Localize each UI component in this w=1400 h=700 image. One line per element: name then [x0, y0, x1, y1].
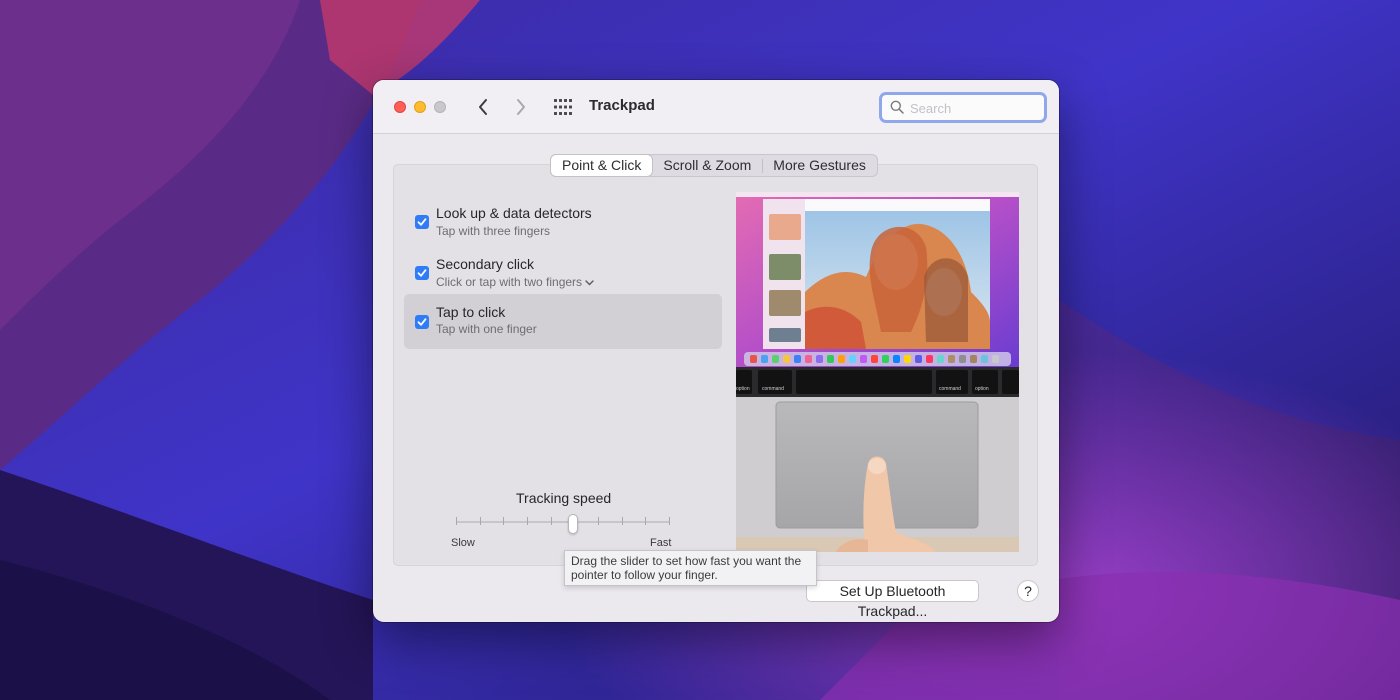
option-subtitle: Tap with three fingers: [436, 224, 551, 238]
slider-min-label: Slow: [451, 537, 475, 549]
slider-tick: [456, 517, 457, 525]
tap-to-click-checkbox[interactable]: [415, 315, 429, 329]
slider-max-label: Fast: [650, 537, 672, 549]
option-subtitle: Click or tap with two fingers: [436, 275, 583, 289]
slider-tick: [598, 517, 599, 525]
option-tap-to-click[interactable]: Tap to click Tap with one finger: [404, 294, 722, 349]
slider-rail: [456, 521, 670, 523]
key-label: command: [939, 386, 961, 392]
search-icon: [890, 100, 904, 114]
slider-tick: [645, 517, 646, 525]
tab-point-and-click[interactable]: Point & Click: [551, 155, 653, 176]
slider-tick: [503, 517, 504, 525]
tracking-speed-slider[interactable]: [456, 514, 670, 534]
secondary-click-checkbox[interactable]: [415, 266, 429, 280]
option-title: Tap to click: [436, 304, 506, 320]
slider-tooltip: Drag the slider to set how fast you want…: [564, 550, 817, 586]
checkmark-icon: [417, 269, 427, 277]
minimize-button[interactable]: [414, 101, 426, 113]
option-subtitle: Tap with one finger: [436, 322, 537, 336]
zoom-button[interactable]: [434, 101, 446, 113]
forward-button[interactable]: [511, 97, 531, 117]
tab-bar: Point & Click Scroll & Zoom More Gesture…: [550, 154, 878, 177]
slider-tick: [480, 517, 481, 525]
option-title: Secondary click: [436, 256, 535, 272]
close-button[interactable]: [394, 101, 406, 113]
search-field[interactable]: [879, 92, 1047, 123]
option-look-up[interactable]: Look up & data detectors Tap with three …: [404, 198, 722, 252]
tracking-speed-label: Tracking speed: [516, 490, 612, 506]
window-title: Trackpad: [589, 97, 655, 114]
slider-tick: [669, 517, 670, 525]
chevron-left-icon: [479, 99, 487, 115]
option-title: Look up & data detectors: [436, 205, 592, 221]
search-input[interactable]: [910, 98, 1040, 118]
show-all-grid-icon[interactable]: [554, 99, 572, 115]
tab-more-gestures[interactable]: More Gestures: [762, 155, 877, 176]
key-label: command: [762, 386, 784, 392]
slider-knob[interactable]: [568, 514, 578, 534]
tab-scroll-and-zoom[interactable]: Scroll & Zoom: [652, 155, 762, 176]
gesture-preview-video: option command command option: [736, 192, 1019, 552]
back-button[interactable]: [473, 97, 493, 117]
help-button[interactable]: ?: [1017, 580, 1039, 602]
slider-tick: [527, 517, 528, 525]
checkmark-icon: [417, 218, 427, 226]
chevron-right-icon: [517, 99, 525, 115]
slider-tick: [551, 517, 552, 525]
secondary-click-dropdown[interactable]: Click or tap with two fingers: [436, 275, 594, 289]
titlebar: Trackpad: [373, 80, 1059, 134]
look-up-checkbox[interactable]: [415, 215, 429, 229]
chevron-down-icon: [585, 280, 594, 286]
slider-tick: [622, 517, 623, 525]
key-label: option: [975, 386, 989, 392]
key-label: option: [736, 386, 750, 392]
setup-bluetooth-trackpad-button[interactable]: Set Up Bluetooth Trackpad...: [806, 580, 979, 619]
checkmark-icon: [417, 318, 427, 326]
trackpad-preferences-window: Trackpad Point & Click Scroll & Zoom Mor…: [373, 80, 1059, 622]
